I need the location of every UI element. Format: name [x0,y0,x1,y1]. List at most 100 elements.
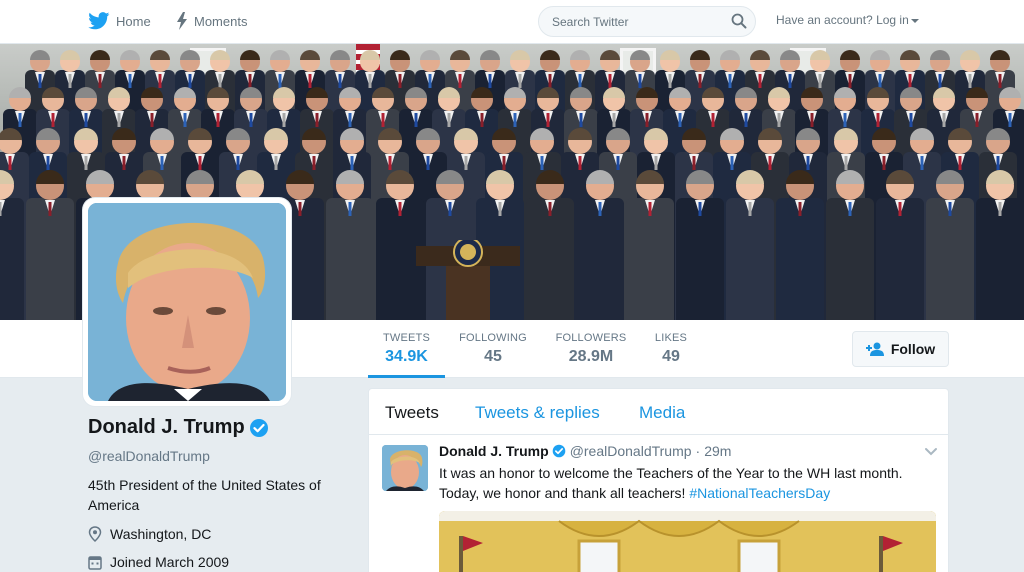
crowd-person-hair [150,50,170,60]
crowd-person-tie [338,74,342,88]
search-icon[interactable] [731,13,747,29]
verified-badge-icon [249,418,268,437]
crowd-person-tie [18,113,22,127]
stat-value: 34.9K [385,348,428,365]
crowd-person-tie [150,113,154,127]
crowd-person-tie [518,74,522,88]
avatar-portrait [88,203,286,401]
crowd-person-hair [30,50,50,60]
follow-button[interactable]: Follow [852,331,949,367]
crowd-person-tie [414,113,418,127]
crowd-person-tie [447,113,451,127]
crowd-person-tie [996,156,1000,170]
caret-down-icon [910,18,919,23]
crowd-person-tie [388,156,392,170]
tweet-author-name[interactable]: Donald J. Trump [439,443,549,459]
crowd-person-tie [218,74,222,88]
crowd-person-hair [60,50,80,60]
crowd-person-hair [690,50,710,60]
tab-tweets-replies[interactable]: Tweets & replies [475,403,600,423]
crowd-person-tie [183,113,187,127]
profile-location-text: Washington, DC [110,526,212,542]
crowd-person-tie [46,156,50,170]
crowd-person-tie [308,74,312,88]
profile-joined-text: Joined March 2009 [110,554,230,570]
profile-name[interactable]: Donald J. Trump [88,416,269,439]
profile-bio: 45th President of the United States of A… [88,477,321,513]
crowd-person-tie [0,202,2,216]
tweet-avatar[interactable] [382,445,428,491]
crowd-person-tie [958,156,962,170]
nav-moments-link[interactable]: Moments [176,12,247,30]
tweet-hashtag[interactable]: #NationalTeachersDay [689,485,830,501]
timeline-panel: Tweets Tweets & replies Media Donald J. … [368,388,949,572]
crowd-person-tie [350,156,354,170]
crowd-person-hair [600,50,620,60]
profile-avatar[interactable] [83,198,291,406]
add-user-icon [865,342,884,356]
verified-badge-icon [552,444,565,458]
crowd-person-tie [381,113,385,127]
crowd-person-tie [38,74,42,88]
search-input[interactable]: Search Twitter [538,6,756,37]
tab-tweets[interactable]: Tweets [385,403,439,423]
crowd-person-hair [120,50,140,60]
crowd-person-tie [848,74,852,88]
crowd-person-tie [502,156,506,170]
login-dropdown[interactable]: Have an account? Log in [776,13,919,27]
profile-joined: Joined March 2009 [88,554,229,570]
crowd-person-tie [312,156,316,170]
crowd-person-tie [848,202,852,216]
crowd-person-body [876,198,924,320]
crowd-person-tie [128,74,132,88]
crowd-person-tie [548,202,552,216]
nav-home-label: Home [116,13,151,29]
crowd-person-body [626,198,674,320]
crowd-person-tie [998,74,1002,88]
crowd-person-tie [898,202,902,216]
stat-followers[interactable]: FOLLOWERS 28.9M [553,332,629,366]
nav-home-link[interactable]: Home [88,12,151,30]
stat-following[interactable]: FOLLOWING 45 [458,332,528,366]
stat-likes[interactable]: LIKES 49 [650,332,692,366]
crowd-person-hair [210,50,230,60]
crowd-person-tie [608,74,612,88]
stat-value: 45 [484,348,502,365]
crowd-person-tie [198,156,202,170]
tab-media[interactable]: Media [639,403,685,423]
crowd-person-hair [660,50,680,60]
crowd-person-tie [84,156,88,170]
crowd-person-tie [548,74,552,88]
nav-moments-label: Moments [194,13,248,29]
tweet-media-graphic [439,511,936,572]
crowd-person-hair [510,50,530,60]
crowd-person-tie [798,202,802,216]
tweet-media-image[interactable] [439,511,936,572]
crowd-person-tie [942,113,946,127]
profile-location: Washington, DC [88,526,211,542]
stat-label: FOLLOWERS [555,332,627,344]
crowd-person-tie [160,156,164,170]
crowd-person-tie [698,74,702,88]
twitter-bird-icon [88,12,110,30]
crowd-person-tie [598,202,602,216]
crowd-person-tie [844,156,848,170]
crowd-person-hair [900,50,920,60]
crowd-person-tie [513,113,517,127]
crowd-person-tie [546,113,550,127]
calendar-icon [88,556,102,570]
crowd-person-hair [270,50,290,60]
crowd-person-tie [777,113,781,127]
tweet-timestamp[interactable]: 29m [704,443,731,459]
profile-handle[interactable]: @realDonaldTrump [88,448,210,464]
tweet-author-handle[interactable]: @realDonaldTrump [570,443,692,459]
crowd-person-tie [298,202,302,216]
crowd-person-tie [464,156,468,170]
chevron-down-icon[interactable] [924,447,938,457]
stat-tweets[interactable]: TWEETS 34.9K [368,332,445,366]
crowd-person-body [776,198,824,320]
podium-graphic [416,240,520,320]
crowd-person-hair [840,50,860,60]
search-placeholder: Search Twitter [552,15,629,29]
crowd-person-hair [90,50,110,60]
